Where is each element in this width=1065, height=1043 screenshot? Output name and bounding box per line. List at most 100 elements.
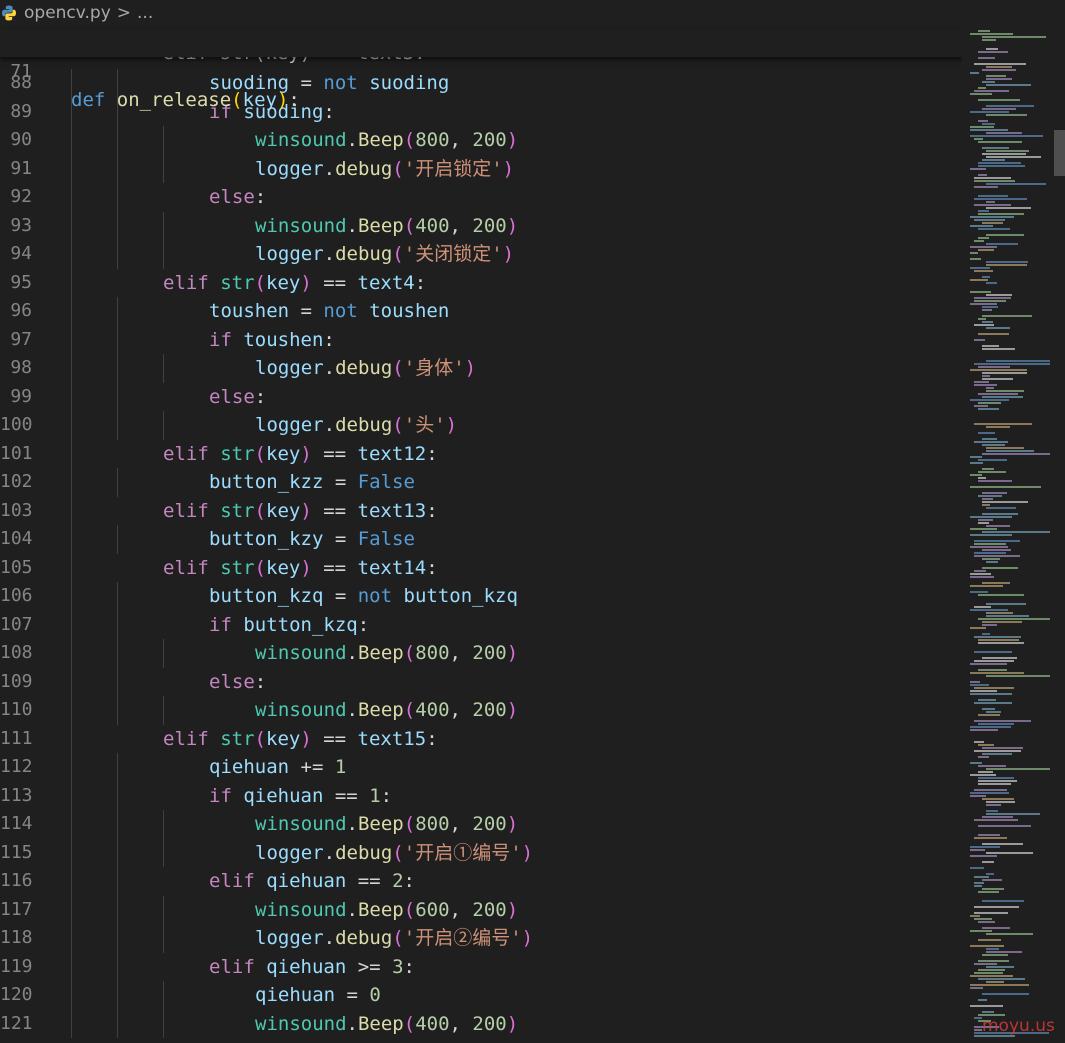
code-line[interactable]: 109 else: — [0, 667, 962, 696]
code-token: False — [357, 471, 415, 493]
code-line[interactable]: 110 winsound.Beep(400, 200) — [0, 696, 962, 725]
code-line[interactable]: 97 if toushen: — [0, 325, 962, 354]
minimap-line — [970, 576, 994, 578]
code-line[interactable]: 90 winsound.Beep(800, 200) — [0, 126, 962, 155]
code-line[interactable]: 95 elif str(key) == text4: — [0, 268, 962, 297]
code-line[interactable]: 116 elif qiehuan == 2: — [0, 867, 962, 896]
indent-guide — [71, 924, 72, 953]
code-line[interactable]: 120 qiehuan = 0 — [0, 981, 962, 1010]
code-token: . — [323, 841, 336, 864]
minimap-line — [986, 507, 1016, 509]
code-token: ) — [506, 813, 519, 835]
vertical-scrollbar[interactable] — [1054, 26, 1065, 1043]
code-line[interactable]: 111 elif str(key) == text15: — [0, 724, 962, 753]
minimap-line — [978, 57, 995, 59]
minimap-line — [970, 135, 1043, 137]
code-token: toushen — [209, 300, 290, 322]
minimap-line — [974, 741, 984, 743]
code-line[interactable]: 121 winsound.Beep(400, 200) — [0, 1009, 962, 1038]
code-token: qiehuan — [209, 756, 290, 778]
breadcrumb-file[interactable]: opencv.py — [24, 3, 111, 23]
minimap-line — [978, 714, 1000, 716]
code-token: 800 — [415, 129, 450, 151]
minimap-line — [986, 948, 999, 950]
minimap-line — [970, 129, 1008, 131]
code-token: ( — [392, 157, 404, 180]
code-token: 200 — [472, 898, 507, 921]
indent-guide — [71, 838, 72, 867]
code-text: logger.debug('身体') — [255, 354, 476, 383]
code-token: ( — [392, 357, 404, 379]
code-line[interactable]: 107 if button_kzq: — [0, 610, 962, 639]
code-line[interactable]: 103 elif str(key) == text13: — [0, 496, 962, 525]
code-line[interactable]: 99 else: — [0, 382, 962, 411]
code-line[interactable]: 119 elif qiehuan >= 3: — [0, 952, 962, 981]
minimap-line — [978, 174, 987, 176]
code-line[interactable]: 117 winsound.Beep(600, 200) — [0, 895, 962, 924]
line-number: 114 — [0, 813, 33, 834]
minimap-line — [974, 963, 997, 965]
code-token: . — [323, 243, 336, 265]
code-token: else — [209, 670, 255, 693]
code-line[interactable]: 98 logger.debug('身体') — [0, 354, 962, 383]
code-line[interactable]: 91 logger.debug('开启锁定') — [0, 154, 962, 183]
code-line[interactable]: 92 else: — [0, 183, 962, 212]
code-editor[interactable]: elif str(key) == text3: 71 def on_releas… — [0, 26, 962, 1043]
code-line[interactable]: 113 if qiehuan == 1: — [0, 781, 962, 810]
minimap-line — [974, 405, 988, 407]
minimap-line — [978, 765, 1006, 767]
line-number: 101 — [0, 442, 33, 464]
minimap-line — [982, 816, 1013, 818]
code-line[interactable]: 96 toushen = not toushen — [0, 297, 962, 326]
line-number: 111 — [0, 727, 33, 749]
breadcrumb-more[interactable]: ... — [137, 3, 153, 23]
indent-guide — [71, 439, 72, 468]
code-line[interactable]: 101 elif str(key) == text12: — [0, 439, 962, 468]
code-token: ) — [300, 271, 312, 294]
indent-guide — [117, 639, 118, 668]
code-line[interactable]: 102 button_kzz = False — [0, 468, 962, 497]
code-token: == — [323, 784, 370, 807]
indent-guide — [163, 981, 164, 1010]
minimap-line — [970, 690, 997, 692]
code-line[interactable]: 105 elif str(key) == text14: — [0, 553, 962, 582]
minimap[interactable] — [962, 26, 1054, 1043]
line-number: 117 — [0, 898, 33, 920]
minimap-line — [982, 900, 1024, 902]
minimap-line — [970, 573, 991, 575]
indent-guide — [117, 154, 118, 183]
code-line[interactable]: 118 logger.debug('开启②编号') — [0, 924, 962, 953]
scrollbar-thumb[interactable] — [1054, 130, 1065, 176]
minimap-line — [970, 225, 993, 227]
minimap-line — [978, 756, 989, 758]
minimap-line — [970, 303, 997, 305]
code-line[interactable]: 114 winsound.Beep(800, 200) — [0, 810, 962, 839]
indent-guide — [71, 895, 72, 924]
code-token: '身体' — [403, 357, 465, 379]
minimap-line — [986, 450, 1034, 452]
minimap-line — [974, 381, 989, 383]
minimap-line — [986, 711, 1001, 713]
code-line[interactable]: 104 button_kzy = False — [0, 525, 962, 554]
code-token: , — [449, 699, 473, 721]
code-line[interactable]: 108 winsound.Beep(800, 200) — [0, 639, 962, 668]
indent-guide — [71, 724, 72, 753]
code-line[interactable]: 112 qiehuan += 1 — [0, 753, 962, 782]
code-token: not — [357, 585, 393, 607]
code-lines[interactable]: 88 suoding = not suoding 89 if suoding: 90 wi… — [0, 69, 962, 1038]
code-line[interactable]: 100 logger.debug('头') — [0, 411, 962, 440]
code-token: Beep — [357, 642, 404, 664]
minimap-line — [982, 1011, 994, 1013]
code-token: 3 — [392, 955, 404, 978]
line-number: 113 — [0, 784, 33, 806]
code-line[interactable]: 106 button_kzq = not button_kzq — [0, 582, 962, 611]
code-line[interactable]: 115 logger.debug('开启①编号') — [0, 838, 962, 867]
code-token: ) — [506, 129, 519, 151]
code-token: debug — [335, 157, 393, 180]
code-line[interactable]: 94 logger.debug('关闭锁定') — [0, 240, 962, 269]
code-token: 1 — [334, 756, 347, 778]
indent-guide — [117, 297, 118, 326]
code-line[interactable]: 93 winsound.Beep(400, 200) — [0, 211, 962, 240]
sticky-scroll-header[interactable]: 71 def on_release(key): — [0, 29, 962, 111]
